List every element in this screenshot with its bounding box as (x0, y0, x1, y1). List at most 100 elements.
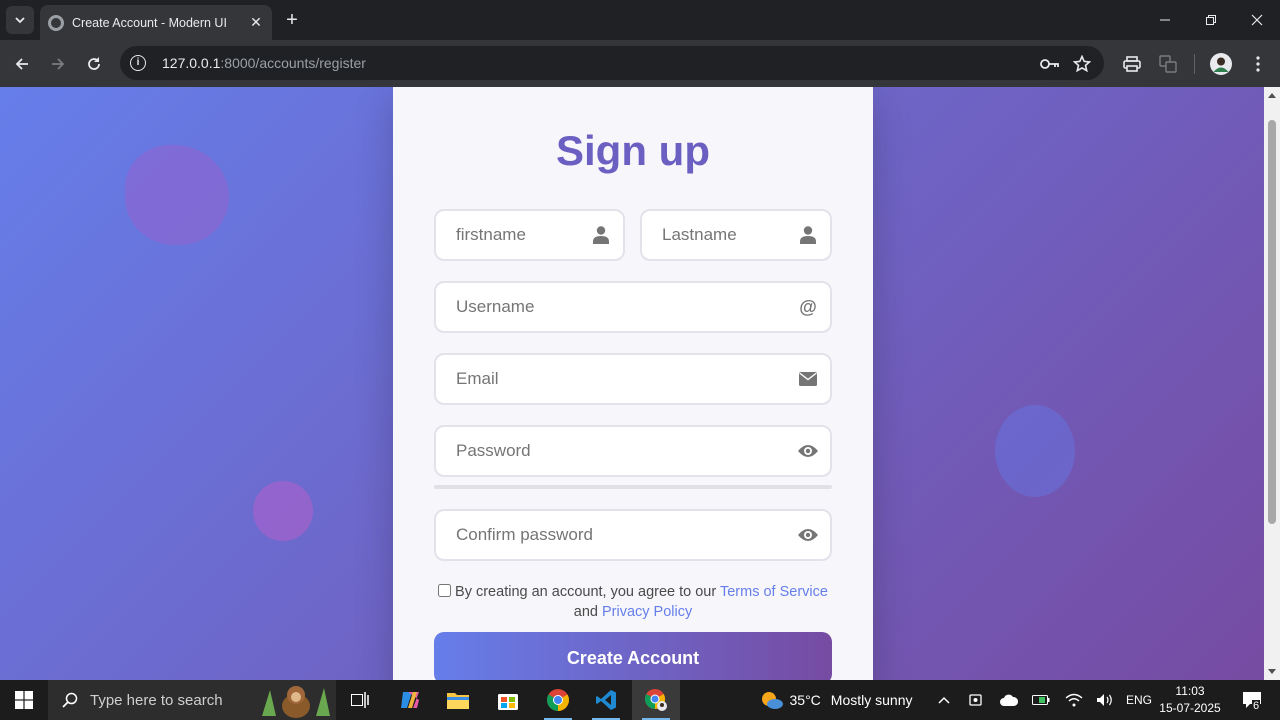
password-field (434, 425, 832, 477)
minimize-icon (1160, 19, 1170, 21)
scroll-thumb[interactable] (1268, 120, 1276, 524)
site-info-icon[interactable]: i (130, 55, 146, 71)
eye-icon[interactable] (798, 525, 818, 545)
print-icon[interactable] (1121, 53, 1143, 75)
reload-icon (88, 57, 100, 70)
meet-now-icon[interactable] (966, 680, 988, 720)
task-view-icon (351, 692, 369, 708)
username-input[interactable] (436, 283, 830, 331)
copilot-icon (401, 692, 419, 708)
search-highlight-image (262, 686, 330, 718)
terms-and-text: and (573, 604, 598, 620)
menu-kebab-icon[interactable] (1247, 53, 1269, 75)
task-view-button[interactable] (336, 680, 384, 720)
notification-center-button[interactable]: 6 (1236, 680, 1268, 720)
address-bar[interactable]: i 127.0.0.1:8000/accounts/register (120, 46, 1104, 80)
show-hidden-icons-chevron-up-icon[interactable] (932, 680, 956, 720)
password-input[interactable] (436, 427, 830, 475)
chrome-app[interactable] (534, 680, 582, 720)
volume-icon[interactable] (1094, 680, 1116, 720)
windows-logo-icon (15, 691, 33, 709)
bookmark-star-icon[interactable] (1071, 53, 1093, 75)
terms-text: By creating an account, you agree to our (455, 584, 717, 600)
weather-description: Mostly sunny (830, 692, 913, 708)
copilot-app[interactable] (386, 680, 434, 720)
confirm-password-input[interactable] (436, 511, 830, 559)
signup-card: Sign up @ (393, 87, 873, 680)
tab-bar: Create Account - Modern UI ✕ + (0, 0, 1280, 40)
url-text: 127.0.0.1:8000/accounts/register (162, 55, 366, 71)
forward-button[interactable] (44, 50, 72, 78)
close-icon (1251, 14, 1263, 26)
weather-widget[interactable]: 35°C Mostly sunny (756, 680, 916, 720)
windows-taskbar: Type here to search 35°C Mostly sunny EN… (0, 680, 1280, 720)
decorative-blob (125, 145, 229, 245)
start-button[interactable] (0, 680, 48, 720)
confirm-password-field (434, 509, 832, 561)
store-app[interactable] (484, 680, 532, 720)
chrome-profile-app[interactable] (632, 680, 680, 720)
system-clock[interactable]: 11:03 15-07-2025 (1158, 683, 1222, 717)
decorative-blob (995, 405, 1075, 497)
search-placeholder: Type here to search (90, 691, 223, 709)
input-language[interactable]: ENG (1124, 680, 1154, 720)
globe-icon (48, 14, 64, 31)
envelope-icon (798, 369, 818, 389)
profile-avatar[interactable] (1210, 53, 1232, 75)
vscode-app[interactable] (582, 680, 630, 720)
minimize-button[interactable] (1142, 0, 1188, 40)
firstname-field (434, 209, 625, 261)
restore-icon (1206, 15, 1216, 25)
wifi-icon[interactable] (1063, 680, 1085, 720)
new-tab-button[interactable]: + (282, 10, 302, 30)
chrome-icon (644, 689, 667, 711)
back-button[interactable] (8, 50, 36, 78)
sun-cloud-icon (761, 692, 783, 709)
scroll-down-arrow-icon[interactable] (1268, 669, 1276, 674)
arrow-left-icon (15, 58, 28, 70)
page-viewport: Sign up @ (0, 87, 1264, 680)
email-field (434, 353, 832, 405)
battery-icon[interactable] (1030, 680, 1052, 720)
password-strength-bar (434, 485, 832, 489)
at-sign-icon: @ (799, 296, 817, 317)
lastname-field (640, 209, 832, 261)
browser-tab[interactable]: Create Account - Modern UI ✕ (40, 5, 272, 40)
file-explorer-app[interactable] (434, 680, 482, 720)
clock-time: 11:03 (1175, 684, 1205, 698)
chevron-down-icon (15, 17, 25, 24)
terms-checkbox[interactable] (438, 584, 452, 597)
chrome-icon (547, 689, 569, 711)
page-title: Sign up (556, 127, 710, 174)
tab-search-button[interactable] (6, 6, 34, 34)
email-input[interactable] (436, 355, 830, 403)
notification-count: 6 (1252, 700, 1261, 712)
vscode-icon (596, 690, 616, 710)
close-window-button[interactable] (1234, 0, 1280, 40)
terms-of-service-link[interactable]: Terms of Service (720, 584, 828, 600)
toolbar-divider (1194, 54, 1195, 74)
create-account-button[interactable]: Create Account (434, 632, 832, 680)
clock-date: 15-07-2025 (1159, 701, 1221, 715)
decorative-blob (253, 481, 313, 541)
reload-button[interactable] (80, 50, 108, 78)
browser-toolbar: i 127.0.0.1:8000/accounts/register (0, 40, 1280, 87)
weather-temp: 35°C (789, 692, 821, 708)
tab-title: Create Account - Modern UI (72, 15, 227, 30)
restore-button[interactable] (1188, 0, 1234, 40)
page-scrollbar[interactable] (1264, 87, 1280, 680)
translate-icon[interactable] (1157, 53, 1179, 75)
terms-agreement: By creating an account, you agree to our… (434, 582, 832, 622)
search-icon (62, 692, 78, 708)
scroll-up-arrow-icon[interactable] (1268, 93, 1276, 98)
tab-close-icon[interactable]: ✕ (248, 14, 264, 31)
user-icon (798, 225, 818, 245)
eye-icon[interactable] (798, 441, 818, 461)
arrow-right-icon (52, 58, 65, 70)
taskbar-search[interactable]: Type here to search (48, 680, 336, 720)
key-icon[interactable] (1039, 53, 1061, 75)
onedrive-cloud-icon[interactable] (998, 680, 1020, 720)
store-icon (498, 694, 518, 710)
privacy-policy-link[interactable]: Privacy Policy (602, 604, 692, 620)
folder-icon (447, 693, 469, 709)
